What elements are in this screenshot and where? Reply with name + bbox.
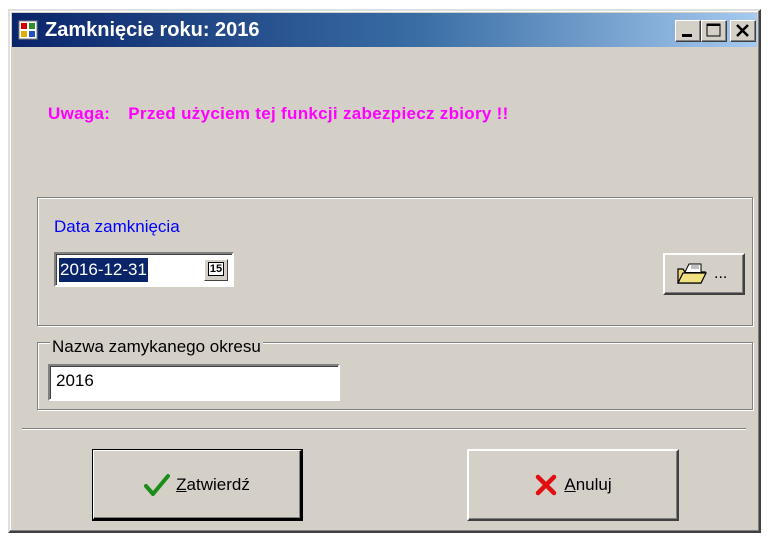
window-title: Zamknięcie roku: 2016 [45,19,260,41]
maximize-icon [706,23,721,37]
maximize-button[interactable] [701,20,727,42]
title-bar[interactable]: Zamknięcie roku: 2016 [12,13,757,47]
close-icon [736,24,749,37]
warning-text: Przed użyciem tej funkcji zabezpiecz zbi… [128,104,509,123]
warning-message: Uwaga: Przed użyciem tej funkcji zabezpie… [48,104,509,124]
close-button[interactable] [730,20,756,42]
cancel-mnemonic: A [564,475,576,494]
closing-date-picker[interactable]: 2016-12-31 15 [54,252,234,287]
period-name-input[interactable]: 2016 [48,364,340,401]
app-icon [18,20,38,40]
browse-button[interactable]: ... [663,253,745,295]
browse-button-label: ... [714,265,728,282]
minimize-button[interactable] [675,20,701,42]
closing-date-value[interactable]: 2016-12-31 [59,258,148,282]
cancel-label-rest: nuluj [575,475,612,494]
warning-prefix: Uwaga: [48,104,111,123]
x-cross-icon [536,474,557,496]
period-name-value[interactable]: 2016 [56,371,94,391]
minimize-icon [682,34,692,37]
confirm-button-label: Zatwierdź [176,475,250,495]
separator-line [22,428,746,430]
calendar-icon: 15 [207,262,225,276]
checkmark-icon [144,474,171,496]
folder-open-icon [677,263,707,284]
cancel-button-label: Anuluj [564,475,611,495]
cancel-button[interactable]: Anuluj [467,449,679,521]
confirm-label-rest: atwierdź [186,475,250,494]
closing-date-label: Data zamknięcia [54,217,180,236]
confirm-button[interactable]: Zatwierdź [92,449,303,521]
confirm-mnemonic: Z [176,475,187,494]
period-name-legend: Nazwa zamykanego okresu [50,337,263,357]
calendar-dropdown-button[interactable]: 15 [204,259,228,281]
